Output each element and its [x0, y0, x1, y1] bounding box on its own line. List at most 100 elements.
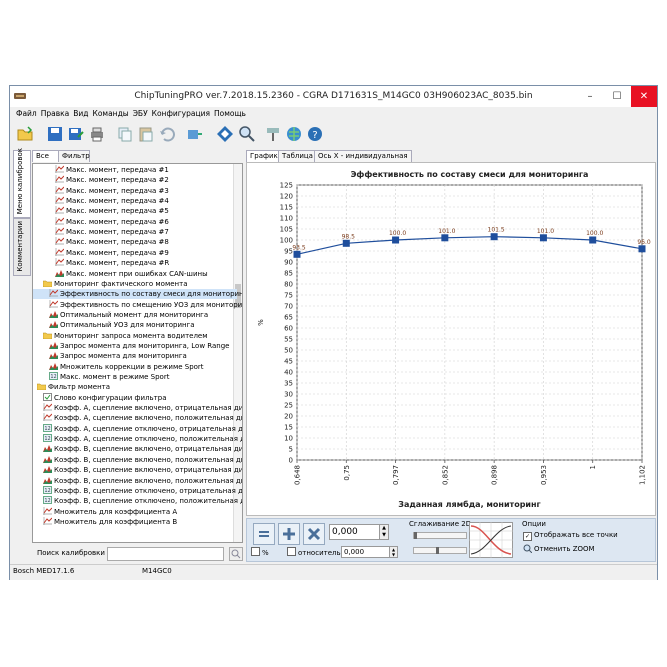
close-button[interactable]: ✕ [631, 86, 657, 107]
multiply-button[interactable] [303, 523, 325, 545]
tree-item[interactable]: Коэфф. В, сцепление включено, отрицатель… [33, 465, 242, 475]
tree-item[interactable]: Коэфф. В, сцепление включено, положитель… [33, 476, 242, 486]
efficiency-chart[interactable]: 0510152025303540455055606570758085909510… [247, 163, 653, 513]
vtab-comments[interactable]: Комментарии [13, 218, 31, 276]
connect-icon[interactable] [186, 125, 204, 143]
add-button[interactable] [278, 523, 300, 545]
value-input[interactable]: 0,000 [329, 524, 381, 540]
tree-item[interactable]: 12 Коэфф. А, сцепление отключено, положит… [33, 434, 242, 444]
search-input[interactable] [107, 547, 224, 561]
tree-item-label: Коэфф. В, сцепление включено, отрицатель… [54, 445, 243, 454]
menu-edit[interactable]: Правка [39, 107, 72, 120]
zoom-icon[interactable] [238, 125, 256, 143]
tree-item[interactable]: Коэфф. А, сцепление включено, положитель… [33, 413, 242, 423]
tree-item-label: Эффективность по смещению УОЗ для монито… [60, 300, 243, 309]
y-tick-label: 45 [284, 358, 293, 366]
paste-icon[interactable] [137, 125, 155, 143]
menu-ecu[interactable]: ЭБУ [131, 107, 150, 120]
tree-item[interactable]: 12 Макс. момент в режиме Sport [33, 372, 237, 382]
tree-item[interactable]: Слово конфигурации фильтра [33, 392, 237, 403]
tab-axis-x[interactable]: Ось X - индивидуальная [314, 150, 412, 162]
vtab-calibration-menu[interactable]: Меню калибровок [13, 148, 31, 218]
smoothing-slider-2[interactable] [413, 547, 467, 554]
diagram-icon[interactable] [216, 125, 234, 143]
open-folder-icon[interactable] [16, 125, 34, 143]
tree-item[interactable]: Запрос момента для мониторинга [33, 351, 237, 361]
globe-icon[interactable] [285, 125, 303, 143]
tree-item[interactable]: Макс. момент, передача #7 [33, 227, 237, 237]
tree-item-label: Макс. момент, передача #3 [66, 186, 169, 195]
print-icon[interactable] [88, 125, 106, 143]
tree-item[interactable]: Фильтр момента [33, 382, 237, 392]
tools-icon[interactable] [264, 125, 282, 143]
tree-item[interactable]: Макс. момент, передача #9 [33, 247, 237, 258]
save-icon[interactable] [46, 125, 64, 143]
tree-item[interactable]: Макс. момент, передача #R [33, 258, 237, 268]
menu-file[interactable]: Файл [14, 107, 39, 120]
tab-filter[interactable]: Фильтр [58, 150, 90, 162]
tree-item[interactable]: Коэфф. В, сцепление включено, положитель… [33, 455, 242, 465]
tree-item[interactable]: Коэфф. А, сцепление включено, отрицатель… [33, 403, 242, 413]
tree-item[interactable]: 12 Коэфф. В, сцепление отключено, отрицат… [33, 485, 242, 496]
align-button[interactable] [253, 523, 275, 545]
value-spinner[interactable]: ▲ ▼ [379, 524, 389, 540]
undo-icon[interactable] [158, 125, 176, 143]
tab-table[interactable]: Таблица [278, 150, 317, 162]
menu-help[interactable]: Помощь [212, 107, 248, 120]
tree-item[interactable]: Запрос момента для мониторинга, Low Rang… [33, 341, 237, 351]
tree-item[interactable]: Оптимальный УОЗ для мониторинга [33, 320, 237, 330]
tree-item[interactable]: Макс. момент, передача #8 [33, 237, 237, 247]
tree-item-label: Коэфф. В, сцепление включено, положитель… [54, 476, 243, 485]
tree-item[interactable]: Макс. момент, передача #5 [33, 206, 237, 216]
percent-option[interactable]: % [251, 547, 269, 557]
tree-item[interactable]: Макс. момент, передача #4 [33, 196, 237, 206]
tree-item[interactable]: Эффективность по составу смеси для монит… [33, 289, 242, 300]
svg-text:12: 12 [44, 426, 50, 432]
tree-item[interactable]: Макс. момент, передача #3 [33, 185, 237, 196]
tree-item[interactable]: Множитель коррекции в режиме Sport [33, 362, 237, 372]
tree-item[interactable]: 12 Коэфф. А, сцепление отключено, отрицат… [33, 423, 242, 434]
cancel-zoom-button[interactable]: Отменить ZOOM [523, 544, 595, 554]
curve-icon [55, 196, 64, 205]
map-icon [55, 269, 64, 277]
tab-all[interactable]: Все [32, 150, 59, 162]
tree-item[interactable]: Эффективность по смещению УОЗ для монито… [33, 299, 242, 310]
show-all-points-checkbox[interactable]: ✓ [523, 532, 532, 541]
menu-view[interactable]: Вид [71, 107, 90, 120]
tree-item[interactable]: Коэфф. В, сцепление включено, отрицатель… [33, 444, 242, 454]
x-tick-label: 0,852 [441, 465, 449, 485]
tree-item[interactable]: Макс. момент, передача #6 [33, 216, 237, 227]
map-icon [43, 455, 52, 463]
curve-icon [55, 227, 64, 236]
tree-item[interactable]: Множитель для коэффициента А [33, 506, 237, 517]
minimize-button[interactable]: – [577, 86, 603, 107]
menu-commands[interactable]: Команды [91, 107, 131, 120]
status-bar: Bosch MED17.1.6 M14GC0 [10, 564, 657, 580]
tree-item[interactable]: Макс. момент при ошибках CAN-шины [33, 269, 237, 279]
svg-text:12: 12 [44, 436, 50, 442]
help-icon[interactable]: ? [306, 125, 324, 143]
tab-graph[interactable]: График [246, 150, 282, 162]
x-tick-label: 0,898 [491, 465, 499, 485]
search-button[interactable] [229, 547, 243, 561]
x-tick-label: 1,102 [639, 465, 647, 485]
smoothing-slider-1[interactable] [413, 532, 467, 539]
save-as-icon[interactable] [67, 125, 85, 143]
tree-item[interactable]: Мониторинг фактического момента [33, 279, 237, 289]
show-all-points-option[interactable]: ✓ Отображать все точки [523, 531, 618, 541]
relative-input[interactable]: 0,000 [341, 546, 391, 558]
copy-icon[interactable] [116, 125, 134, 143]
percent-checkbox[interactable] [251, 547, 260, 556]
tree-item[interactable]: Макс. момент, передача #1 [33, 165, 237, 175]
smoothing-curve-preview[interactable] [469, 522, 513, 558]
tree-item[interactable]: 12 Коэфф. В, сцепление отключено, положит… [33, 496, 242, 506]
maximize-button[interactable]: ☐ [604, 86, 630, 107]
menu-configuration[interactable]: Конфигурация [150, 107, 212, 120]
app-window: ChipTuningPRO ver.7.2018.15.2360 - CGRA … [9, 85, 658, 580]
tree-item[interactable]: Оптимальный момент для мониторинга [33, 310, 237, 320]
tree-item[interactable]: Макс. момент, передача #2 [33, 175, 237, 185]
tree-item[interactable]: Множитель для коэффициента В [33, 516, 237, 527]
relative-checkbox[interactable] [287, 547, 296, 556]
tree-item[interactable]: Мониторинг запроса момента водителем [33, 331, 237, 341]
relative-spinner[interactable]: ▲ ▼ [389, 546, 398, 558]
